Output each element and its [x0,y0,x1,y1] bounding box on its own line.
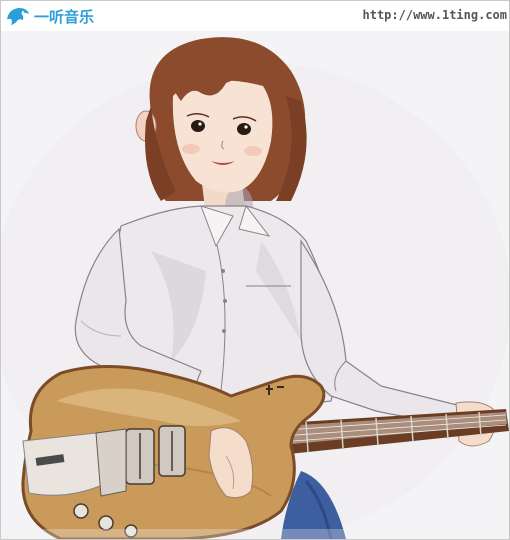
logo-text: 一听音乐 [34,7,95,26]
guitar-girl-illustration [1,1,509,539]
dolphin-icon [5,5,31,27]
site-url-watermark: http://www.1ting.com [362,8,508,22]
watermark-bar: 一听音乐 http://www.1ting.com [1,1,509,31]
image-frame: 一听音乐 http://www.1ting.com [0,0,510,540]
site-logo: 一听音乐 [5,4,94,28]
